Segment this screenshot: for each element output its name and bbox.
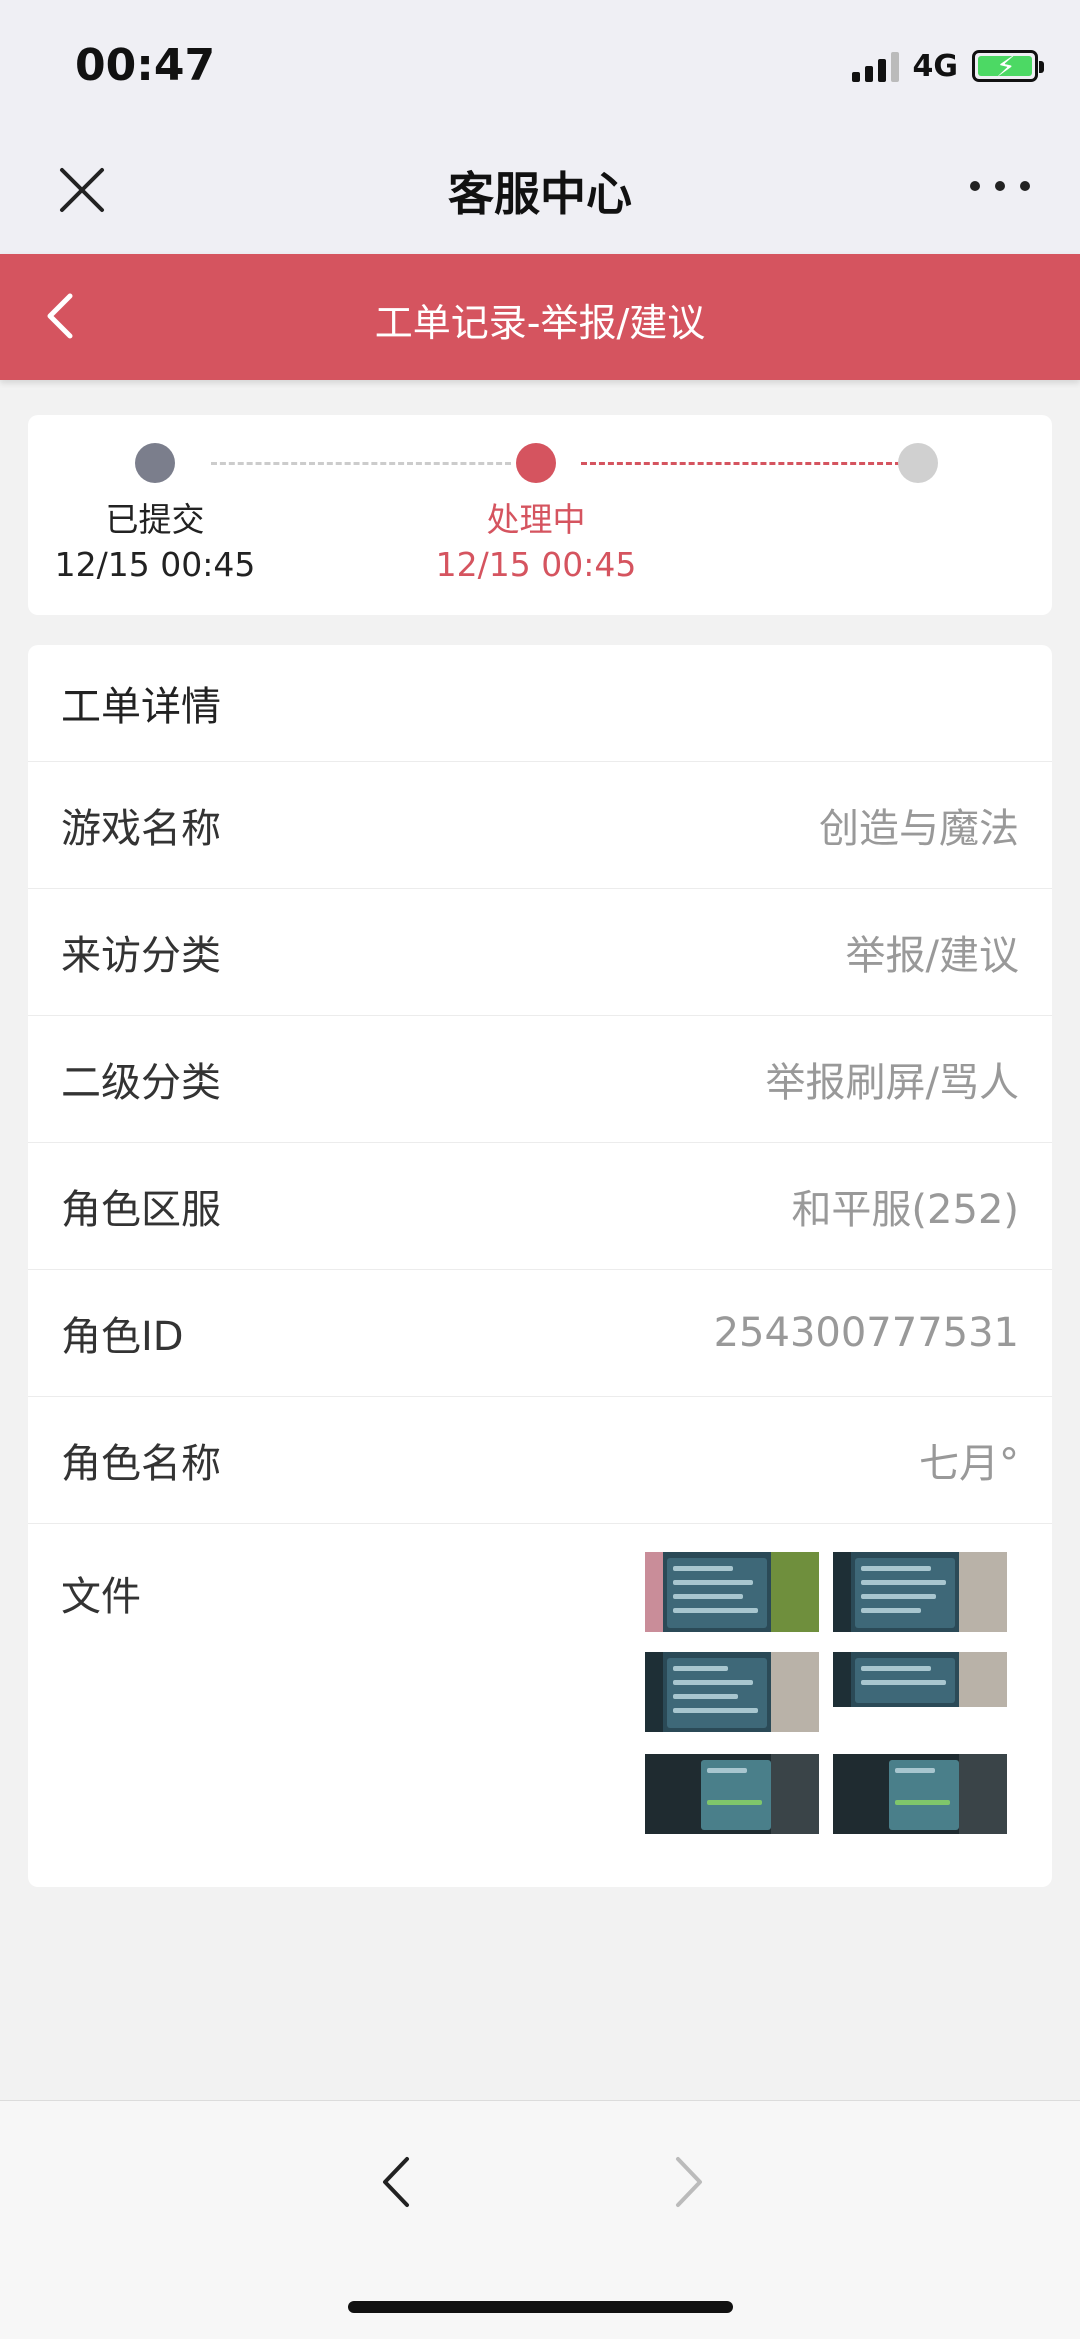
detail-row-subcategory: 二级分类 举报刷屏/骂人 [28,1016,1052,1143]
row-label: 二级分类 [61,1060,221,1106]
step-dot-submitted [135,443,175,483]
row-value: 举报/建议 [845,933,1019,979]
file-thumbnail[interactable] [645,1754,819,1834]
page-header: 工单记录-举报/建议 [0,254,1080,380]
file-thumbnail[interactable] [833,1754,1007,1834]
ticket-details: 工单详情 游戏名称 创造与魔法 来访分类 举报/建议 二级分类 举报刷屏/骂人 … [28,645,1052,1887]
step-label: 处理中 [486,500,586,539]
row-label: 角色区服 [61,1187,221,1233]
step-processing: 处理中 12/15 00:45 [426,493,646,584]
details-title: 工单详情 [28,645,1052,762]
chevron-left-icon[interactable] [377,2147,417,2217]
detail-row-role-id: 角色ID 254300777531 [28,1270,1052,1397]
step-submitted: 已提交 12/15 00:45 [45,493,265,584]
file-thumbnail[interactable] [833,1652,1007,1707]
row-value: 创造与魔法 [819,806,1019,852]
nav-bar: 客服中心 [0,130,1080,254]
step-date: 12/15 00:45 [435,545,637,584]
signal-icon [851,50,899,82]
row-label: 角色ID [61,1314,184,1360]
more-icon[interactable] [970,166,1030,206]
nav-title: 客服中心 [448,167,632,221]
row-value: 和平服(252) [791,1187,1019,1233]
detail-row-role-name: 角色名称 七月° [28,1397,1052,1524]
page-title: 工单记录-举报/建议 [374,301,706,345]
step-date: 12/15 00:45 [54,545,256,584]
progress-tracker: 已提交 12/15 00:45 处理中 12/15 00:45 [28,415,1052,615]
progress-line-done [211,462,511,465]
chevron-right-icon[interactable] [668,2147,708,2217]
step-dot-pending [898,443,938,483]
home-indicator[interactable] [348,2301,733,2313]
files-label: 文件 [61,1574,141,1620]
status-indicators: 4G ⚡ [851,46,1044,86]
battery-icon: ⚡ [972,50,1044,83]
detail-row-server: 角色区服 和平服(252) [28,1143,1052,1270]
step-dot-processing [516,443,556,483]
step-label: 已提交 [105,500,205,539]
status-time: 00:47 [75,40,216,91]
progress-line-active [581,462,901,465]
detail-row-category: 来访分类 举报/建议 [28,889,1052,1016]
row-label: 游戏名称 [61,806,221,852]
bottom-toolbar [0,2100,1080,2339]
status-bar: 00:47 4G ⚡ [0,0,1080,130]
files-section: 文件 [28,1524,1052,1884]
file-thumbnail[interactable] [833,1552,1007,1632]
row-label: 来访分类 [61,933,221,979]
row-value: 七月° [919,1441,1019,1487]
file-thumbnail[interactable] [645,1552,819,1632]
row-value: 举报刷屏/骂人 [765,1060,1019,1106]
row-value: 254300777531 [713,1310,1019,1356]
file-thumbnail[interactable] [645,1652,819,1732]
detail-row-game: 游戏名称 创造与魔法 [28,762,1052,889]
network-type: 4G [912,48,959,84]
row-label: 角色名称 [61,1441,221,1487]
